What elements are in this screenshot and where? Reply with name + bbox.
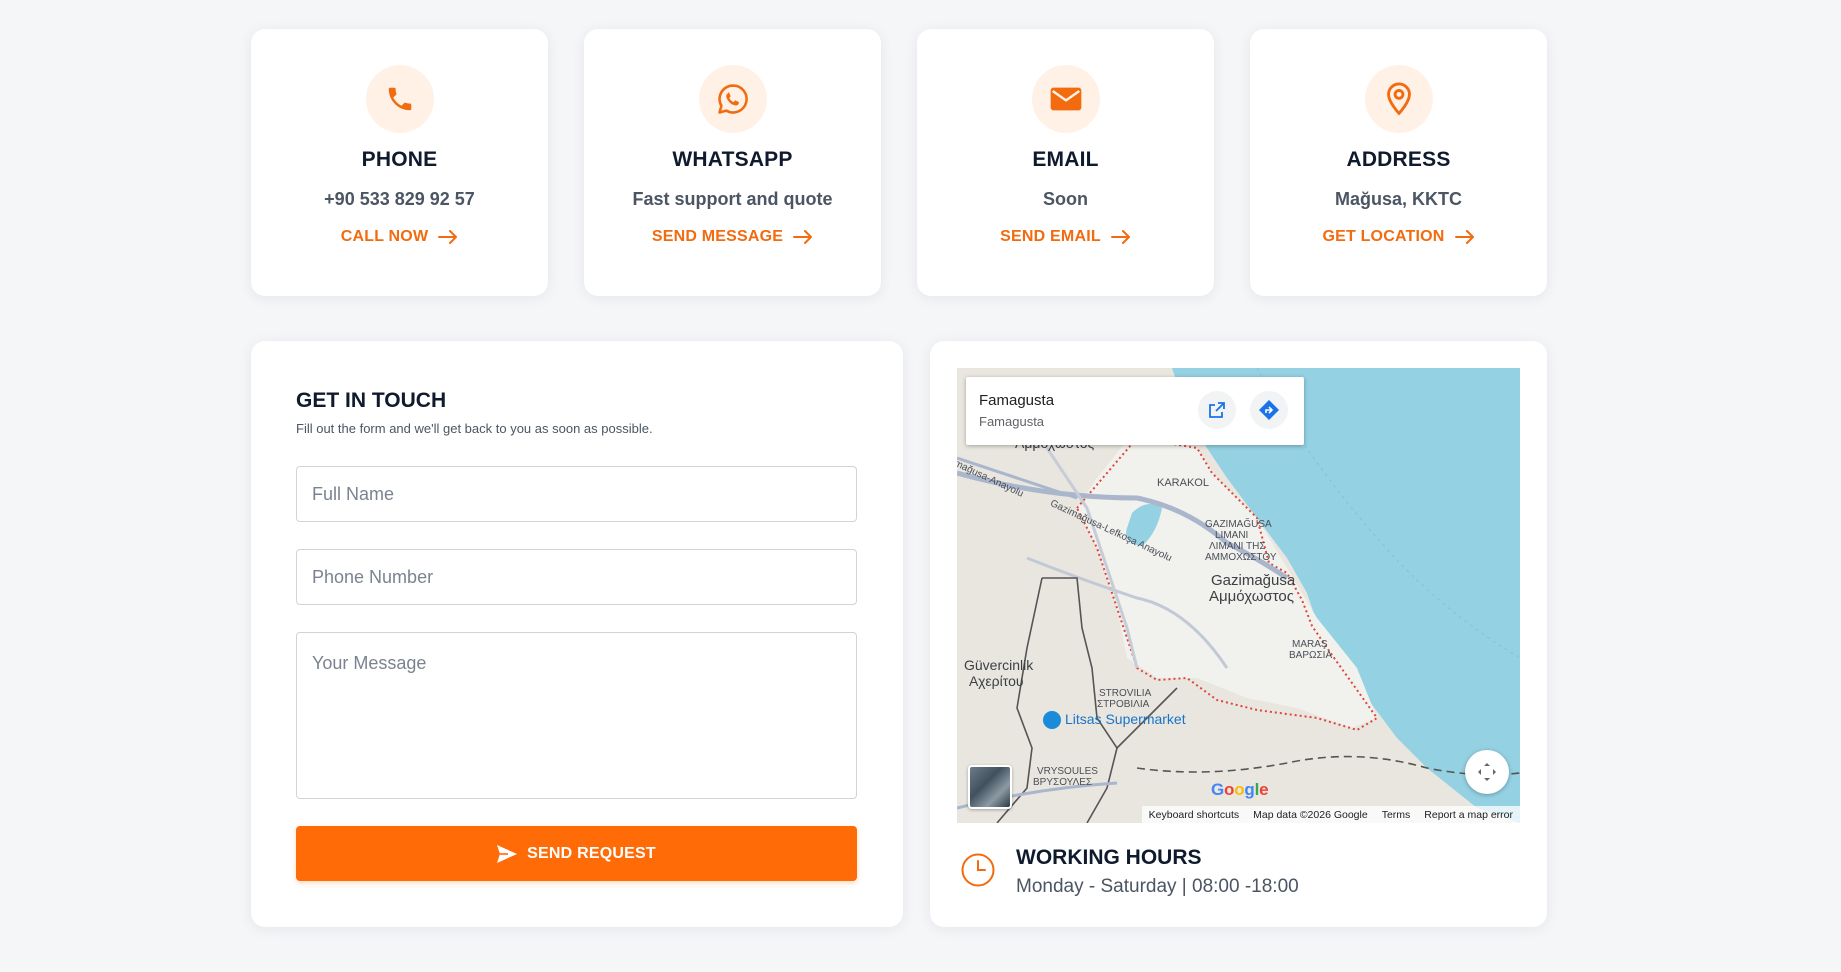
phone-number-input[interactable]	[296, 549, 857, 605]
action-label: SEND MESSAGE	[651, 228, 784, 245]
map-label: ΑΜΜΟΧΩΣΤΟΥ	[1205, 552, 1277, 563]
map-data-text: Map data ©2026 Google	[1253, 808, 1368, 821]
directions-icon	[1259, 400, 1279, 420]
map-pin-icon	[1364, 65, 1433, 133]
shopping-cart-icon[interactable]	[1043, 711, 1061, 729]
map-poi-label[interactable]: Litsas Supermarket	[1065, 712, 1186, 726]
card-title: PHONE	[361, 148, 438, 171]
card-subtitle: Mağusa, KKTC	[1334, 189, 1462, 209]
action-label: CALL NOW	[340, 228, 429, 245]
get-location-link[interactable]: GET LOCATION	[1322, 228, 1474, 246]
map-label: VRYSOULES	[1037, 766, 1098, 777]
arrow-right-icon	[438, 230, 458, 244]
paper-plane-icon	[497, 844, 518, 863]
send-email-link[interactable]: SEND EMAIL	[1000, 228, 1131, 246]
map-place-card: Famagusta Famagusta	[966, 377, 1304, 445]
report-error-link[interactable]: Report a map error	[1424, 809, 1513, 821]
map-label: ΣΤΡΟΒΙΛΙΑ	[1097, 699, 1150, 710]
full-name-input[interactable]	[296, 466, 857, 522]
arrow-right-icon	[1110, 230, 1130, 244]
address-card: ADDRESS Mağusa, KKTC GET LOCATION	[1250, 29, 1547, 296]
send-request-label: SEND REQUEST	[527, 844, 656, 862]
working-hours-text: Monday - Saturday | 08:00 -18:00	[1016, 876, 1299, 897]
map-card: KARAKOL GAZIMAĞUSA LIMANI ΛΙΜΑΝΙ ΤΗΣ ΑΜΜ…	[930, 341, 1547, 927]
map-label: Αχερίτου	[969, 673, 1024, 689]
envelope-icon	[1031, 65, 1100, 133]
map-fullscreen-button[interactable]	[1465, 750, 1509, 794]
card-title: ADDRESS	[1346, 148, 1451, 171]
form-title: GET IN TOUCH	[296, 389, 447, 412]
arrow-right-icon	[793, 230, 813, 244]
email-card: EMAIL Soon SEND EMAIL	[917, 29, 1214, 296]
card-title: WHATSAPP	[672, 148, 793, 171]
map-label: GAZIMAĞUSA	[1205, 519, 1272, 530]
form-subtitle: Fill out the form and we'll get back to …	[296, 421, 653, 436]
directions-button[interactable]	[1250, 391, 1288, 429]
map-place-name: Famagusta	[979, 392, 1055, 409]
map-embed[interactable]: KARAKOL GAZIMAĞUSA LIMANI ΛΙΜΑΝΙ ΤΗΣ ΑΜΜ…	[957, 368, 1520, 823]
google-logo: Google	[1211, 780, 1269, 799]
contact-form-card: GET IN TOUCH Fill out the form and we'll…	[251, 341, 903, 927]
external-link-icon	[1209, 402, 1225, 418]
send-message-link[interactable]: SEND MESSAGE	[652, 228, 813, 246]
satellite-toggle[interactable]	[968, 765, 1012, 809]
phone-icon	[365, 65, 434, 133]
arrow-right-icon	[1454, 230, 1474, 244]
action-label: SEND EMAIL	[1000, 228, 1101, 245]
map-label: ΒΑΡΩΣΙΑ	[1289, 650, 1333, 661]
open-in-maps-button[interactable]	[1198, 391, 1236, 429]
phone-card: PHONE +90 533 829 92 57 CALL NOW	[251, 29, 548, 296]
map-label: Güvercinlik	[964, 657, 1034, 673]
map-label: Gazimağusa	[1211, 572, 1296, 589]
map-footer: Keyboard shortcuts Map data ©2026 Google…	[1141, 806, 1520, 823]
terms-link[interactable]: Terms	[1382, 809, 1411, 821]
working-hours-title: WORKING HOURS	[1016, 846, 1202, 869]
map-label: MARAŞ	[1292, 639, 1328, 650]
map-place-sub: Famagusta	[979, 414, 1045, 429]
map-label: STROVILIA	[1099, 688, 1152, 699]
clock-icon	[960, 852, 996, 893]
card-title: EMAIL	[1032, 148, 1099, 171]
whatsapp-icon	[698, 65, 767, 133]
card-subtitle: +90 533 829 92 57	[324, 189, 475, 209]
whatsapp-card: WHATSAPP Fast support and quote SEND MES…	[584, 29, 881, 296]
fullscreen-icon	[1478, 763, 1496, 781]
map-label: ΛΙΜΑΝΙ ΤΗΣ	[1209, 541, 1266, 552]
map-label: KARAKOL	[1157, 477, 1209, 489]
keyboard-shortcuts-link[interactable]: Keyboard shortcuts	[1149, 809, 1239, 821]
message-textarea[interactable]	[296, 632, 857, 799]
send-request-button[interactable]: SEND REQUEST	[296, 826, 857, 881]
call-now-link[interactable]: CALL NOW	[341, 228, 459, 246]
card-subtitle: Fast support and quote	[632, 189, 833, 209]
map-label: LIMANI	[1215, 530, 1249, 541]
map-label: Αμμόχωστος	[1209, 588, 1294, 605]
action-label: GET LOCATION	[1322, 228, 1445, 245]
card-subtitle: Soon	[1043, 189, 1088, 209]
map-label: ΒΡΥΣΟΥΛΕΣ	[1033, 777, 1093, 788]
